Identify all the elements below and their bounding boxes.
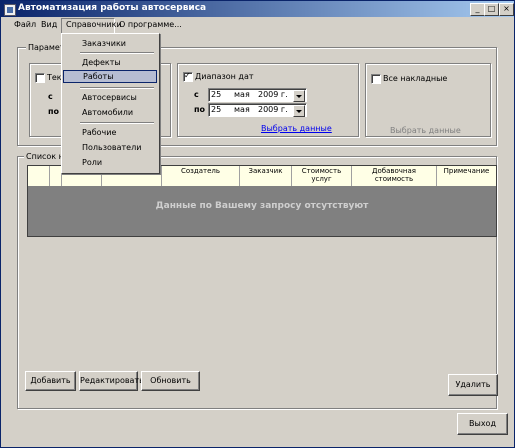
- dropdown-separator: [80, 52, 154, 54]
- date-from-picker[interactable]: 25 мая 2009 г.: [208, 88, 307, 102]
- refresh-button[interactable]: Обновить: [141, 371, 200, 391]
- date-to-label: по: [194, 105, 206, 114]
- date-from-year: 2009 г.: [258, 90, 288, 99]
- dropdown-item-autoservices[interactable]: Автосервисы: [63, 91, 157, 104]
- column-header-creator[interactable]: Создатель: [162, 166, 240, 186]
- edit-button[interactable]: Редактировать: [79, 371, 144, 391]
- all-invoices-label: Все накладные: [383, 74, 448, 83]
- column-header-service-cost[interactable]: Стоимость услуг: [292, 166, 352, 186]
- dropdown-item-customers[interactable]: Заказчики: [63, 37, 157, 50]
- dropdown-item-roles[interactable]: Роли: [63, 156, 157, 169]
- dropdown-item-workers[interactable]: Рабочие: [63, 126, 157, 139]
- date-to-day: 25: [211, 105, 222, 114]
- delete-button[interactable]: Удалить: [448, 374, 498, 396]
- references-dropdown-menu: Заказчики Дефекты Работы Автосервисы Авт…: [61, 33, 160, 174]
- menu-bar: Файл Вид Справочники О программе...: [1, 17, 514, 34]
- column-header-customer[interactable]: Заказчик: [240, 166, 292, 186]
- date-from-day: 25: [211, 90, 222, 99]
- menu-file[interactable]: Файл: [14, 20, 36, 29]
- date-to-year: 2009 г.: [258, 105, 288, 114]
- all-invoices-checkbox[interactable]: [371, 74, 381, 84]
- date-range-select-link[interactable]: Выбрать данные: [261, 124, 332, 133]
- row-header-column: [28, 166, 50, 186]
- menu-about[interactable]: О программе...: [119, 20, 182, 29]
- dropdown-item-users[interactable]: Пользователи: [63, 141, 157, 154]
- status-bar: [1, 442, 514, 447]
- empty-message: Данные по Вашему запросу отсутствуют: [155, 201, 369, 211]
- dropdown-item-works[interactable]: Работы: [63, 70, 157, 83]
- title-bar[interactable]: Автоматизация работы автосервиса _ □ ×: [1, 1, 514, 17]
- menu-references[interactable]: Справочники: [66, 20, 122, 29]
- minimize-button[interactable]: _: [470, 3, 485, 16]
- maximize-button[interactable]: □: [484, 3, 499, 16]
- add-button[interactable]: Добавить: [25, 371, 76, 391]
- all-invoices-select[interactable]: Выбрать данные: [390, 126, 461, 135]
- current-to-label: по: [48, 107, 60, 116]
- date-to-picker[interactable]: 25 мая 2009 г.: [208, 103, 307, 117]
- dropdown-separator: [80, 87, 154, 89]
- main-window: Автоматизация работы автосервиса _ □ × Ф…: [0, 0, 515, 448]
- date-range-checkbox[interactable]: [183, 71, 193, 82]
- column-header-added-cost[interactable]: Добавочная стоимость: [352, 166, 437, 186]
- date-to-dropdown-icon[interactable]: [293, 105, 305, 117]
- date-from-month: мая: [234, 90, 250, 99]
- dropdown-item-cars[interactable]: Автомобили: [63, 106, 157, 119]
- date-from-label: с: [194, 90, 199, 99]
- current-checkbox[interactable]: [35, 73, 45, 83]
- column-header-note[interactable]: Примечание: [437, 166, 496, 186]
- exit-button[interactable]: Выход: [457, 413, 508, 435]
- date-to-month: мая: [234, 105, 250, 114]
- app-icon: [4, 4, 16, 16]
- current-from-label: с: [48, 92, 53, 101]
- window-title: Автоматизация работы автосервиса: [18, 3, 207, 13]
- close-button[interactable]: ×: [499, 3, 514, 16]
- data-grid[interactable]: Номер Дата создания Создатель Заказчик С…: [27, 165, 497, 237]
- menu-view[interactable]: Вид: [41, 20, 57, 29]
- dropdown-separator: [80, 122, 154, 124]
- date-from-dropdown-icon[interactable]: [293, 90, 305, 102]
- dropdown-item-defects[interactable]: Дефекты: [63, 56, 157, 69]
- date-range-label: Диапазон дат: [195, 72, 254, 81]
